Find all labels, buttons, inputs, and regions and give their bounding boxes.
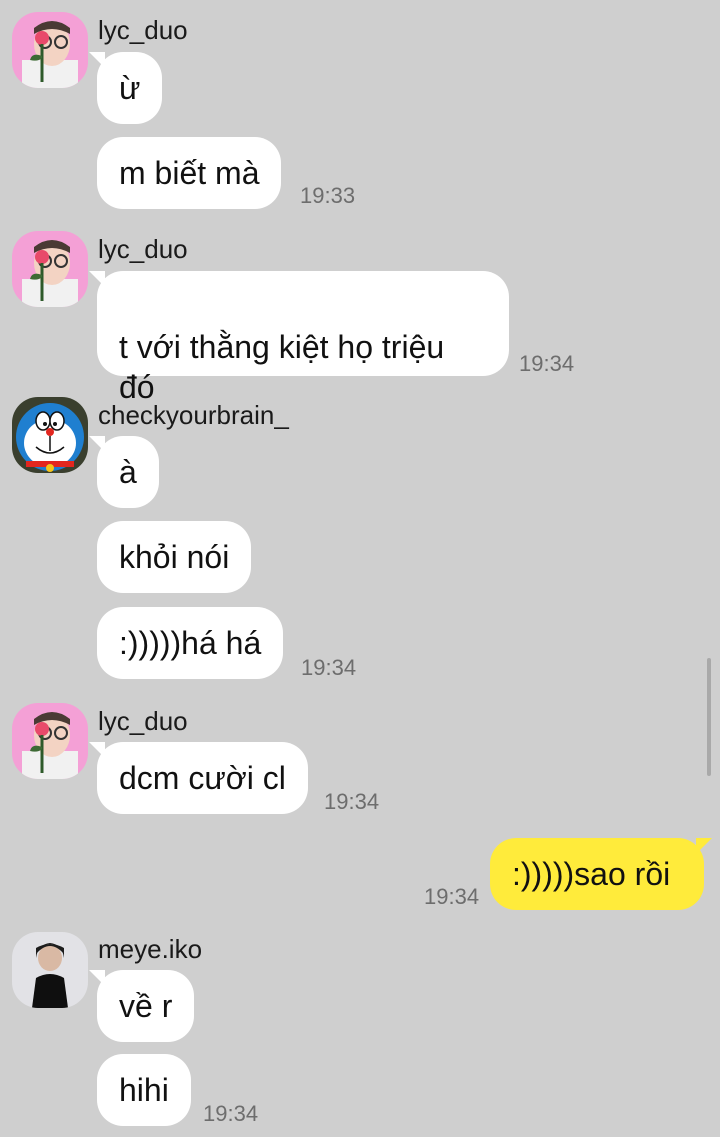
message-text: :)))))há há [119, 625, 262, 661]
avatar[interactable] [12, 397, 88, 473]
message-bubble[interactable]: dcm cười cl [89, 742, 308, 814]
message-bubble[interactable]: ừ [88, 52, 163, 124]
my-message-bubble[interactable]: :)))))sao rồi [490, 838, 712, 910]
doraemon-avatar [12, 397, 88, 473]
message-text: về r [119, 988, 173, 1024]
avatar[interactable] [12, 703, 88, 779]
avatar[interactable] [12, 231, 88, 307]
message-time: 19:34 [424, 884, 480, 909]
message-bubble[interactable]: khỏi nói [97, 521, 252, 593]
message-text: :)))))sao rồi [512, 856, 671, 892]
message-bubble[interactable]: về r [88, 970, 195, 1042]
message-time: 19:33 [300, 183, 356, 208]
dark-portrait-avatar [12, 932, 88, 1008]
message-bubble[interactable]: hihi [97, 1054, 191, 1126]
message-time: 19:34 [301, 655, 357, 680]
chat-thread[interactable]: lyc_duo ừ m biết mà 19:33 lyc_duo t với … [0, 0, 720, 1137]
message-bubble[interactable]: à [89, 436, 159, 508]
sender-name: checkyourbrain_ [98, 400, 289, 430]
sender-name: meye.iko [98, 934, 203, 964]
message-bubble[interactable]: :)))))há há [97, 607, 284, 679]
message-text: khỏi nói [119, 539, 230, 575]
avatar[interactable] [12, 12, 88, 88]
message-bubble[interactable]: t với thằng kiệt họ triệu đó [89, 271, 509, 405]
message-text: m biết mà [119, 155, 260, 191]
message-time: 19:34 [203, 1101, 259, 1126]
message-text: t với thằng kiệt họ triệu đó [119, 329, 445, 405]
message-text: dcm cười cl [119, 760, 286, 796]
sender-name: lyc_duo [98, 15, 188, 45]
rose-portrait-avatar [12, 231, 88, 307]
message-text: hihi [119, 1072, 169, 1108]
message-time: 19:34 [324, 789, 380, 814]
rose-portrait-avatar [12, 703, 88, 779]
scrollbar[interactable] [707, 658, 711, 776]
message-text: ừ [119, 70, 141, 106]
sender-name: lyc_duo [98, 234, 188, 264]
message-bubble[interactable]: m biết mà [97, 137, 282, 209]
rose-portrait-avatar [12, 12, 88, 88]
sender-name: lyc_duo [98, 706, 188, 736]
message-time: 19:34 [519, 351, 575, 376]
message-text: à [119, 454, 137, 490]
avatar[interactable] [12, 932, 88, 1008]
